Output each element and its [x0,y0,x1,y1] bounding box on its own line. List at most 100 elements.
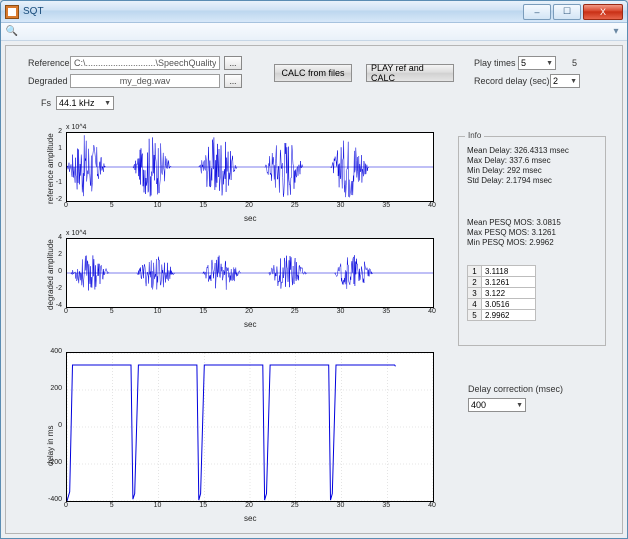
main-panel: Reference ... Degraded ... Fs 44.1 kHz▼ … [5,45,623,534]
xtick: 0 [64,202,68,209]
xtick: 40 [428,308,436,315]
ytick: -200 [42,459,62,466]
delay-correction-label: Delay correction (msec) [468,384,563,394]
degraded-browse-button[interactable]: ... [224,74,242,88]
info-min-pesq: Min PESQ MOS: 2.9962 [467,238,561,247]
plot1-xlabel: sec [244,214,256,223]
xtick: 15 [199,308,207,315]
xtick: 30 [337,502,345,509]
xtick: 20 [245,502,253,509]
info-min-delay: Min Delay: 292 msec [467,166,569,175]
plot2-multiplier: x 10^4 [66,230,86,237]
ytick: 0 [42,268,62,275]
delay-correction-select[interactable]: 400▼ [468,398,526,412]
xtick: 0 [64,502,68,509]
degraded-path-input[interactable] [70,74,220,88]
play-ref-and-calc-button[interactable]: PLAY ref and CALC [366,64,454,82]
info-std-delay: Std Delay: 2.1794 msec [467,176,569,185]
pesq-row-value: 3.1261 [482,277,536,288]
xtick: 35 [382,202,390,209]
close-button[interactable]: X [583,4,623,20]
pesq-row-value: 3.1118 [482,266,536,277]
plot1-multiplier: x 10^4 [66,124,86,131]
xtick: 20 [245,308,253,315]
ytick: 4 [42,234,62,241]
play-times-label: Play times [474,58,516,68]
toolbar-menu-icon[interactable]: ▾ [609,25,623,39]
minimize-button[interactable]: – [523,4,551,20]
pesq-row-index: 4 [468,299,482,310]
ytick: 2 [42,251,62,258]
reference-path-input[interactable] [70,56,220,70]
ytick: 400 [42,348,62,355]
chevron-down-icon: ▼ [516,402,523,409]
pesq-table: 13.111823.126133.12243.051652.9962 [467,265,536,321]
xtick: 25 [291,202,299,209]
chevron-down-icon: ▼ [546,60,553,67]
info-mean-delay: Mean Delay: 326.4313 msec [467,146,569,155]
pesq-row-index: 2 [468,277,482,288]
play-times-select[interactable]: 5▼ [518,56,556,70]
ytick: 0 [42,422,62,429]
xtick: 25 [291,502,299,509]
client-area: Reference ... Degraded ... Fs 44.1 kHz▼ … [1,41,627,538]
ytick: 200 [42,385,62,392]
xtick: 0 [64,308,68,315]
degraded-label: Degraded [28,76,68,86]
ytick: -4 [42,302,62,309]
ytick: 2 [42,128,62,135]
record-delay-value: 2 [553,76,558,86]
pesq-row-value: 3.0516 [482,299,536,310]
info-mean-pesq: Mean PESQ MOS: 3.0815 [467,218,561,227]
play-count-display: 5 [572,58,577,68]
xtick: 10 [154,308,162,315]
plot-reference [66,132,434,202]
ytick: -1 [42,179,62,186]
xtick: 5 [110,502,114,509]
xtick: 5 [110,308,114,315]
fs-value: 44.1 kHz [59,98,95,108]
ytick: -400 [42,496,62,503]
fs-label: Fs [41,98,51,108]
record-delay-label: Record delay (sec) [474,76,550,86]
info-max-pesq: Max PESQ MOS: 3.1261 [467,228,561,237]
xtick: 5 [110,202,114,209]
ytick: -2 [42,285,62,292]
xtick: 10 [154,502,162,509]
maximize-button[interactable]: ☐ [553,4,581,20]
plot2-xlabel: sec [244,320,256,329]
zoom-icon[interactable]: 🔍 [5,25,19,39]
xtick: 15 [199,502,207,509]
xtick: 35 [382,502,390,509]
plot-degraded [66,238,434,308]
xtick: 15 [199,202,207,209]
ytick: 1 [42,145,62,152]
pesq-row-index: 3 [468,288,482,299]
xtick: 40 [428,502,436,509]
xtick: 35 [382,308,390,315]
play-times-value: 5 [521,58,526,68]
app-window: SQT – ☐ X 🔍 ▾ Reference ... Degraded ...… [0,0,628,539]
plot-delay [66,352,434,502]
xtick: 30 [337,308,345,315]
record-delay-select[interactable]: 2▼ [550,74,580,88]
info-legend: Info [465,131,484,140]
ytick: -2 [42,196,62,203]
xtick: 30 [337,202,345,209]
chevron-down-icon: ▼ [104,100,111,107]
fs-select[interactable]: 44.1 kHz ▼ [56,96,114,110]
pesq-row-index: 5 [468,310,482,321]
info-panel: Info Mean Delay: 326.4313 msec Max Delay… [458,136,606,346]
calc-from-files-button[interactable]: CALC from files [274,64,352,82]
plot3-xlabel: sec [244,514,256,523]
pesq-row-value: 3.122 [482,288,536,299]
ytick: 0 [42,162,62,169]
toolbar: 🔍 ▾ [1,23,627,41]
titlebar[interactable]: SQT – ☐ X [1,1,627,23]
xtick: 10 [154,202,162,209]
pesq-row-index: 1 [468,266,482,277]
pesq-row-value: 2.9962 [482,310,536,321]
matlab-icon [5,5,19,19]
reference-browse-button[interactable]: ... [224,56,242,70]
chevron-down-icon: ▼ [570,78,577,85]
